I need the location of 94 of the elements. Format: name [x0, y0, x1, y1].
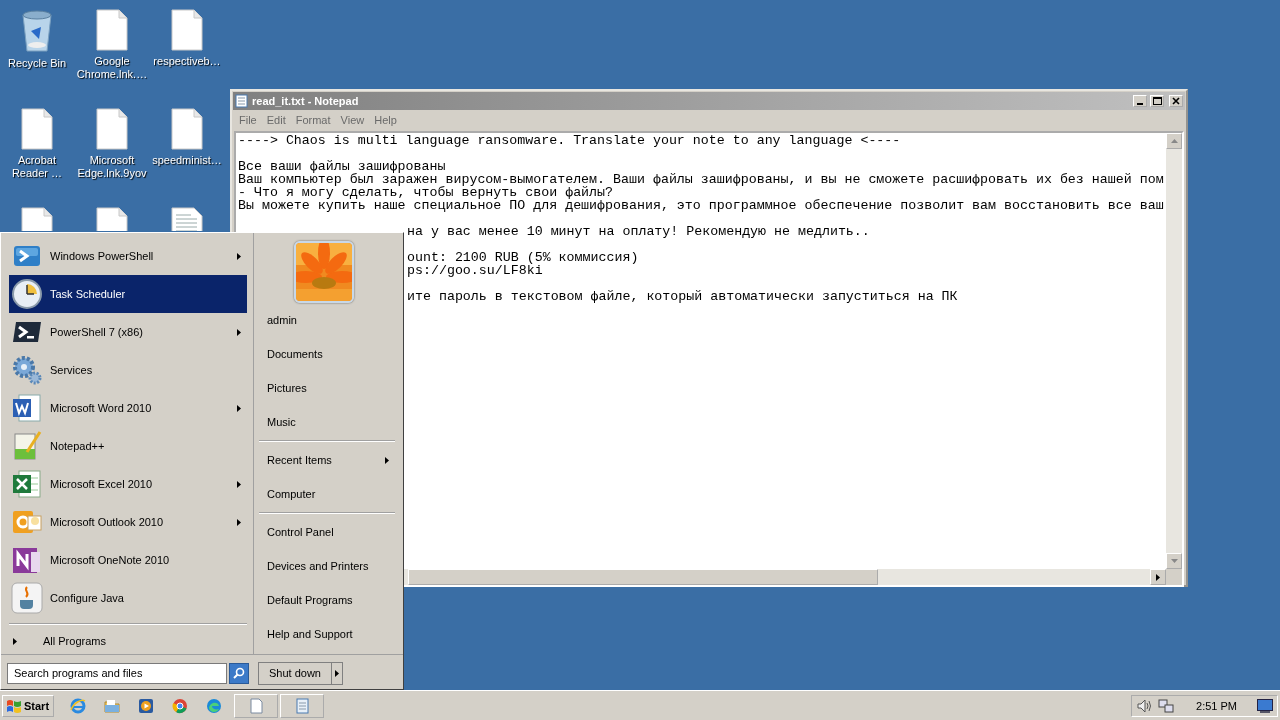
file-icon	[96, 108, 128, 150]
program-item[interactable]: PowerShell 7 (x86)	[9, 313, 247, 351]
maximize-button[interactable]	[1150, 95, 1164, 107]
place-item[interactable]: Pictures	[259, 371, 395, 405]
network-icon[interactable]	[1158, 697, 1175, 714]
submenu-arrow-icon	[237, 480, 241, 488]
place-item[interactable]: Music	[259, 405, 395, 439]
place-item[interactable]: Devices and Printers	[259, 549, 395, 583]
program-item[interactable]: Services	[9, 351, 247, 389]
windows-flag-icon	[6, 698, 22, 713]
place-item[interactable]: Help and Support	[259, 617, 395, 651]
show-desktop-icon[interactable]	[1257, 698, 1273, 713]
text-line: ount: 2100 RUB (5% коммиссия)	[407, 251, 639, 264]
cup-icon	[11, 582, 43, 614]
expand-arrow-icon	[13, 637, 17, 645]
place-item[interactable]: admin	[259, 303, 395, 337]
desktop-icon-label[interactable]: Recycle Bin	[7, 57, 67, 70]
file-icon	[96, 9, 128, 51]
all-programs-item[interactable]: All Programs	[9, 629, 247, 653]
scrollbar-thumb[interactable]	[408, 569, 878, 585]
submenu-arrow-icon	[385, 456, 389, 464]
desktop-icon-label[interactable]: Google Chrome.lnk.…	[75, 55, 149, 81]
text-line: - Что я могу сделать, чтобы вернуть свои файлы?	[238, 186, 614, 199]
play-icon	[138, 697, 155, 714]
place-item[interactable]: Computer	[259, 477, 395, 511]
text-line: ----> Chaos is multi language ransomware. Translate your note to any language <----	[238, 134, 901, 147]
search-button[interactable]	[229, 662, 249, 684]
notepad-icon	[294, 697, 311, 714]
menu-item[interactable]: View	[335, 114, 370, 126]
minimize-button[interactable]	[1133, 95, 1147, 107]
text-line: Ваш компьютер был заражен вирусом-вымогателем. Ваши файлы зашифрованы, и вы не сможете расшифровать их без нашей пом	[238, 173, 1164, 186]
menu-item[interactable]: Format	[290, 114, 336, 126]
text-line: Вы можете купить наше специальное ПО для дешифрования, это программное обеспечение позволит вам восстановить все ваш	[238, 199, 1164, 212]
program-item[interactable]: Microsoft OneNote 2010	[9, 541, 247, 579]
browser-icon	[206, 697, 223, 714]
recycle-bin-icon	[19, 9, 55, 53]
browser-icon	[172, 697, 189, 714]
desktop-icon-label[interactable]: Acrobat Reader …	[0, 154, 74, 180]
menu-item[interactable]: Edit	[261, 114, 291, 126]
desktop-icon-label[interactable]: Microsoft Edge.lnk.9yov	[75, 154, 149, 180]
place-item[interactable]: Control Panel	[259, 515, 395, 549]
file-icon	[171, 108, 203, 150]
place-item[interactable]: Recent Items	[259, 443, 395, 477]
scrollbar-corner	[1166, 569, 1182, 585]
shut-down-button[interactable]: Shut down	[258, 661, 343, 685]
place-item[interactable]: Default Programs	[259, 583, 395, 617]
clock-icon	[11, 278, 43, 310]
close-icon	[1172, 97, 1180, 105]
search-icon	[233, 667, 245, 679]
program-item[interactable]: Microsoft Outlook 2010	[9, 503, 247, 541]
down-arrow-icon	[1170, 559, 1178, 563]
file-icon	[21, 108, 53, 150]
scroll-up-button[interactable]	[1166, 133, 1182, 149]
document-icon	[248, 697, 265, 714]
search-field[interactable]: Search programs and files	[7, 662, 227, 684]
up-arrow-icon	[1170, 139, 1178, 143]
place-item[interactable]: Documents	[259, 337, 395, 371]
document-icon	[11, 392, 43, 424]
close-button[interactable]	[1169, 95, 1183, 107]
program-item[interactable]: Configure Java	[9, 579, 247, 617]
globe-icon	[70, 697, 87, 714]
menu-item[interactable]: Help	[369, 114, 402, 126]
spreadsheet-icon	[11, 468, 43, 500]
scroll-right-button[interactable]	[1150, 569, 1166, 585]
taskbar-app[interactable]	[280, 693, 325, 718]
folder-icon	[104, 697, 121, 714]
gear-icon	[11, 354, 43, 386]
submenu-arrow-icon	[237, 252, 241, 260]
text-line: Все ваши файлы зашифрованы	[238, 160, 446, 173]
notepad-icon	[11, 430, 43, 462]
program-item[interactable]: Microsoft Excel 2010	[9, 465, 247, 503]
clock[interactable]: 2:51 PM	[1196, 699, 1237, 712]
menu-item[interactable]: File	[234, 114, 262, 126]
program-item[interactable]: Microsoft Word 2010	[9, 389, 247, 427]
submenu-arrow-icon	[237, 518, 241, 526]
text-line: на у вас менее 10 минут на оплату! Рекомендую не медлить..	[407, 225, 870, 238]
program-item[interactable]: Task Scheduler	[9, 275, 247, 313]
program-item[interactable]: Notepad++	[9, 427, 247, 465]
maximize-icon	[1152, 97, 1162, 105]
program-item[interactable]: Windows PowerShell	[9, 237, 247, 275]
start-button[interactable]: Start	[2, 694, 55, 717]
text-line: ps://goo.su/LF8ki	[407, 264, 543, 277]
text-line: ите пароль в текстовом файле, который автоматически запуститься на ПК	[407, 290, 958, 303]
speaker-icon[interactable]	[1136, 697, 1153, 714]
window-title: read_it.txt - Notepad	[252, 95, 360, 107]
file-icon	[171, 9, 203, 51]
submenu-arrow-icon	[237, 328, 241, 336]
desktop-icon-label[interactable]: respectiveb…	[153, 55, 221, 68]
desktop-icon-label[interactable]: speedminist…	[152, 154, 222, 167]
submenu-arrow-icon	[237, 404, 241, 412]
right-arrow-icon	[1156, 573, 1160, 581]
submenu-arrow-icon	[335, 669, 339, 677]
taskbar-app[interactable]	[234, 693, 279, 718]
notepad-icon	[235, 94, 249, 108]
